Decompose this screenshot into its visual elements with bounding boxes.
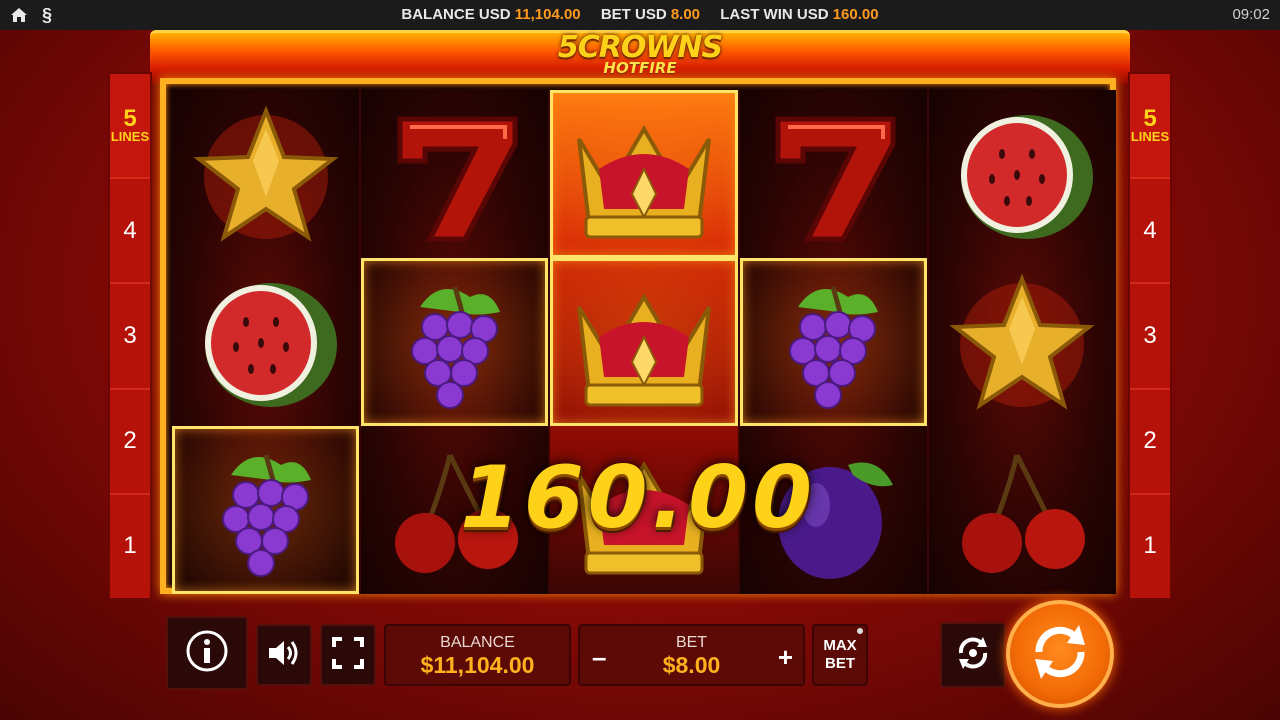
line-marker-3: 3 <box>110 284 150 390</box>
grapes-icon <box>739 258 927 426</box>
lines-count: 5 LINES <box>110 74 150 180</box>
balance-panel-value: $11,104.00 <box>420 652 535 678</box>
max-bet-button[interactable]: MAX BET <box>812 624 868 686</box>
last-win-label: LAST WIN USD <box>720 6 829 23</box>
line-marker-1: 1 <box>123 532 137 560</box>
spin-button[interactable] <box>1006 600 1114 708</box>
watermelon-icon <box>172 258 359 426</box>
info-button[interactable] <box>166 616 248 690</box>
grapes-icon <box>361 258 549 426</box>
status-values: BALANCE USD 11,104.00 BET USD 8.00 LAST … <box>0 6 1280 23</box>
win-amount: 160.00 <box>460 448 816 548</box>
lines-panel-left: 5 LINES 4 3 2 1 <box>108 72 152 600</box>
bet-panel-label: BET <box>675 634 708 651</box>
star-icon <box>929 258 1116 426</box>
max-bet-label-2: BET <box>825 655 855 672</box>
bet-panel-value: $8.00 <box>662 652 721 678</box>
line-marker-2: 2 <box>1130 390 1170 495</box>
bet-value: 8.00 <box>670 6 701 23</box>
balance-panel-label: BALANCE <box>440 634 515 651</box>
lines-panel-right: 5 LINES 4 3 2 1 <box>1128 72 1172 600</box>
lines-word: LINES <box>1130 128 1170 144</box>
bet-label: BET USD <box>600 6 667 23</box>
sound-button[interactable] <box>256 624 312 686</box>
line-marker-4: 4 <box>110 179 150 285</box>
line-marker-1: 1 <box>1143 532 1157 560</box>
autoplay-button[interactable] <box>940 622 1006 688</box>
balance-label: BALANCE USD <box>401 6 511 23</box>
seven-icon <box>740 90 927 258</box>
line-marker-3: 3 <box>1130 284 1170 390</box>
max-bet-label-1: MAX <box>823 637 857 654</box>
speaker-icon <box>266 637 302 674</box>
watermelon-icon <box>929 90 1116 258</box>
lines-number: 5 <box>1143 104 1157 132</box>
crown-icon <box>550 258 738 426</box>
status-bar: § BALANCE USD 11,104.00 BET USD 8.00 LAS… <box>0 0 1280 30</box>
fullscreen-button[interactable] <box>320 624 376 686</box>
game-logo: 5CROWNS HOTFIRE <box>520 32 760 84</box>
last-win-value: 160.00 <box>832 6 879 23</box>
bet-increase-button[interactable]: + <box>778 642 793 673</box>
info-icon <box>185 629 229 678</box>
lines-count: 5 LINES <box>1130 74 1170 180</box>
balance-panel: BALANCE $11,104.00 <box>384 624 571 686</box>
logo-subtitle: HOTFIRE <box>603 59 677 77</box>
lines-number: 5 <box>123 104 137 132</box>
lines-word: LINES <box>110 128 150 144</box>
bet-panel: – BET $8.00 + <box>578 624 805 686</box>
autoplay-icon <box>953 633 993 678</box>
bet-decrease-button[interactable]: – <box>592 642 606 673</box>
line-marker-4: 4 <box>1130 179 1170 285</box>
star-icon <box>172 90 359 258</box>
crown-icon <box>550 90 738 258</box>
spin-icon <box>1025 617 1095 692</box>
indicator-dot <box>857 628 863 634</box>
fullscreen-icon <box>332 636 364 674</box>
balance-value: 11,104.00 <box>514 6 581 23</box>
clock: 09:02 <box>1232 6 1270 23</box>
line-marker-2: 2 <box>110 390 150 495</box>
seven-icon <box>361 90 548 258</box>
